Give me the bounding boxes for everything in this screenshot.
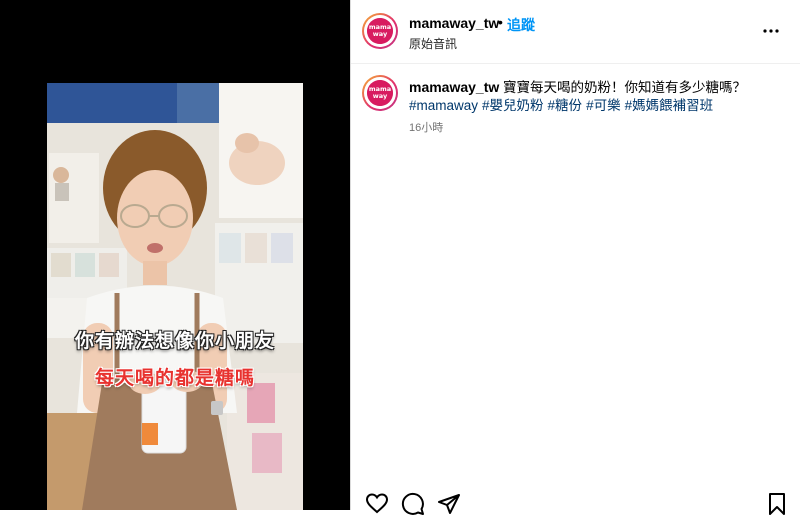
- original-audio-link[interactable]: 原始音訊: [409, 35, 457, 52]
- header-avatar[interactable]: mama way: [362, 13, 398, 49]
- header-username-link[interactable]: mamaway_tw: [409, 15, 499, 31]
- caption-username-link[interactable]: mamaway_tw: [409, 79, 499, 95]
- post-timestamp[interactable]: 16小時: [409, 119, 443, 135]
- caption-avatar[interactable]: mama way: [362, 75, 398, 111]
- video-subtitle-line-2: 每天喝的都是糖嗎: [94, 367, 255, 389]
- hashtag-link[interactable]: #糖份: [548, 98, 583, 113]
- action-bar: [351, 490, 800, 515]
- mamaway-logo: mama way: [367, 18, 393, 44]
- caption-text: 寶寶每天喝的奶粉！你知道有多少糖嗎？: [503, 80, 747, 95]
- comment-icon[interactable]: [401, 492, 425, 516]
- svg-text:way: way: [373, 30, 388, 38]
- caption-line: mamaway_tw 寶寶每天喝的奶粉！你知道有多少糖嗎？: [409, 78, 779, 97]
- media-pane: 你有辦法想像你小朋友 每天喝的都是糖嗎: [0, 0, 350, 510]
- hashtag-list: #mamaway #嬰兒奶粉 #糖份 #可樂 #媽媽餵補習班: [409, 97, 779, 115]
- pane-divider: [350, 0, 351, 510]
- hashtag-link[interactable]: #媽媽餵補習班: [625, 98, 714, 113]
- hashtag-link[interactable]: #嬰兒奶粉: [482, 98, 544, 113]
- hashtag-link[interactable]: #可樂: [586, 98, 621, 113]
- video-player[interactable]: 你有辦法想像你小朋友 每天喝的都是糖嗎: [47, 83, 303, 510]
- post-header: mama way mamaway_tw • 追蹤 原始音訊: [351, 0, 800, 64]
- hashtag-link[interactable]: #mamaway: [409, 98, 478, 113]
- send-icon[interactable]: [437, 492, 461, 516]
- post-caption: mamaway_tw 寶寶每天喝的奶粉！你知道有多少糖嗎？ #mamaway #嬰…: [409, 78, 779, 115]
- mamaway-logo: mama way: [367, 80, 393, 106]
- video-frame: [47, 83, 303, 510]
- follow-button[interactable]: 追蹤: [507, 15, 535, 35]
- heart-icon[interactable]: [365, 492, 389, 516]
- svg-text:way: way: [373, 92, 388, 100]
- header-separator: •: [498, 14, 503, 30]
- video-subtitle-line-1: 你有辦法想像你小朋友: [74, 330, 275, 352]
- bookmark-icon[interactable]: [765, 492, 789, 516]
- more-horizontal-icon[interactable]: [762, 22, 780, 40]
